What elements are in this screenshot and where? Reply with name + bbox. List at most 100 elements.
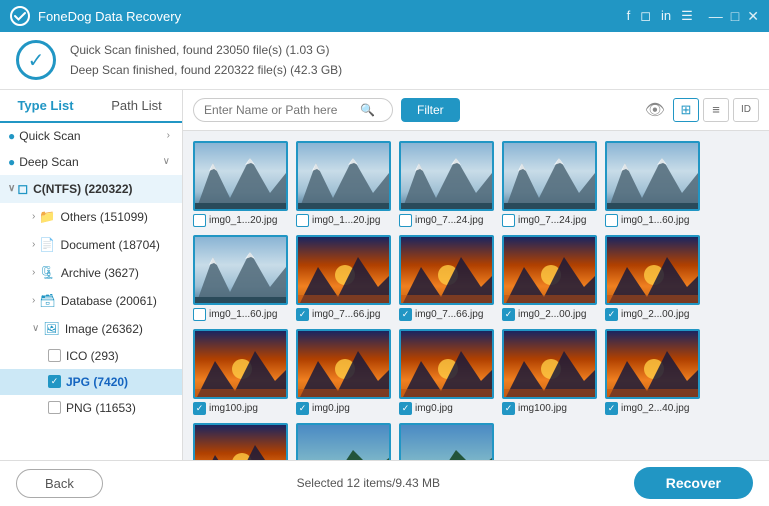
sidebar-item-quick-scan[interactable]: ● Quick Scan › — [0, 123, 182, 149]
image-checkbox[interactable] — [193, 308, 206, 321]
sidebar-item-document[interactable]: › 📄 Document (18704) — [0, 231, 182, 259]
minimize-button[interactable]: — — [709, 8, 723, 24]
image-label-row: ✓img0_2...40.jpg — [605, 402, 700, 415]
image-checkbox[interactable]: ✓ — [605, 402, 618, 415]
list-item: ✓img0_7...66.jpg — [399, 235, 494, 321]
grid-view-icon[interactable]: ⊞ — [673, 98, 699, 122]
image-thumbnail[interactable] — [502, 141, 597, 211]
check-icon2: ● — [8, 155, 15, 169]
expand-arrow: ∨ — [32, 323, 39, 334]
image-filename: img0_1...20.jpg — [209, 215, 277, 226]
sidebar-item-others[interactable]: › 📁 Others (151099) — [0, 203, 182, 231]
sidebar-item-cntfs[interactable]: ∨ ◻ C(NTFS) (220322) — [0, 175, 182, 203]
image-checkbox[interactable]: ✓ — [296, 308, 309, 321]
image-thumbnail[interactable] — [296, 235, 391, 305]
image-thumbnail[interactable] — [605, 235, 700, 305]
image-filename: img100.jpg — [518, 403, 567, 414]
image-thumbnail[interactable] — [502, 235, 597, 305]
image-thumbnail[interactable] — [502, 329, 597, 399]
image-thumbnail[interactable] — [399, 235, 494, 305]
toolbar: 🔍 Filter 👁 ⊞ ≡ ID — [183, 90, 769, 131]
app-title: FoneDog Data Recovery — [38, 9, 627, 24]
sidebar-item-png[interactable]: PNG (11653) — [0, 395, 182, 421]
linkedin-icon[interactable]: in — [661, 8, 671, 24]
image-checkbox[interactable]: ✓ — [502, 308, 515, 321]
maximize-button[interactable]: □ — [731, 8, 739, 24]
ico-label: ICO (293) — [66, 349, 119, 363]
window-controls: — □ ✕ — [709, 8, 759, 25]
image-checkbox[interactable]: ✓ — [296, 402, 309, 415]
png-checkbox[interactable] — [48, 401, 61, 414]
image-checkbox[interactable] — [296, 214, 309, 227]
search-input[interactable] — [204, 103, 354, 117]
image-label-row: img0_7...24.jpg — [399, 214, 494, 227]
image-thumbnail[interactable] — [399, 141, 494, 211]
image-label-row: img0_1...20.jpg — [296, 214, 391, 227]
image-checkbox[interactable] — [193, 214, 206, 227]
image-thumbnail[interactable] — [605, 141, 700, 211]
facebook-icon[interactable]: f — [627, 8, 631, 24]
recover-button[interactable]: Recover — [634, 467, 753, 499]
image-checkbox[interactable]: ✓ — [399, 402, 412, 415]
image-label-row: img0_7...24.jpg — [502, 214, 597, 227]
menu-icon[interactable]: ☰ — [681, 8, 693, 24]
jpg-checkbox[interactable]: ✓ — [48, 375, 61, 388]
image-thumbnail[interactable] — [193, 141, 288, 211]
quick-scan-label: Quick Scan — [19, 129, 166, 143]
image-thumbnail[interactable] — [193, 329, 288, 399]
image-thumbnail[interactable] — [296, 141, 391, 211]
image-thumbnail[interactable] — [193, 423, 288, 460]
sidebar-item-image[interactable]: ∨ 🖼 Image (26362) — [0, 315, 182, 343]
image-checkbox[interactable] — [502, 214, 515, 227]
close-button[interactable]: ✕ — [747, 8, 759, 25]
detail-view-icon[interactable]: ID — [733, 98, 759, 122]
image-checkbox[interactable] — [399, 214, 412, 227]
image-checkbox[interactable]: ✓ — [605, 308, 618, 321]
list-item: ✓img100.jpg — [193, 329, 288, 415]
image-checkbox[interactable]: ✓ — [399, 308, 412, 321]
back-button[interactable]: Back — [16, 469, 103, 498]
sidebar-item-ico[interactable]: ICO (293) — [0, 343, 182, 369]
image-filename: img0_1...60.jpg — [209, 309, 277, 320]
eye-icon[interactable]: 👁 — [645, 100, 665, 120]
list-view-icon[interactable]: ≡ — [703, 98, 729, 122]
image-checkbox[interactable] — [605, 214, 618, 227]
image-thumbnail[interactable] — [399, 329, 494, 399]
content-area: 🔍 Filter 👁 ⊞ ≡ ID img0_1...20.jpg img0_1.… — [183, 90, 769, 460]
document-label: Document (18704) — [61, 238, 160, 252]
image-label-row: img0_1...60.jpg — [193, 308, 288, 321]
scan-complete-icon: ✓ — [16, 40, 56, 80]
filter-button[interactable]: Filter — [401, 98, 460, 122]
selected-info: Selected 12 items/9.43 MB — [297, 476, 440, 490]
ico-checkbox[interactable] — [48, 349, 61, 362]
sidebar-item-archive[interactable]: › 🗜 Archive (3627) — [0, 259, 182, 287]
sidebar-item-jpg[interactable]: ✓ JPG (7420) — [0, 369, 182, 395]
image-label-row: ✓img0_2...00.jpg — [502, 308, 597, 321]
image-label-row: ✓img100.jpg — [502, 402, 597, 415]
search-box[interactable]: 🔍 — [193, 98, 393, 122]
image-checkbox[interactable]: ✓ — [502, 402, 515, 415]
sidebar-item-database[interactable]: › 🗃 Database (20061) — [0, 287, 182, 315]
list-item: ✓img100.jpg — [502, 329, 597, 415]
image-thumbnail[interactable] — [296, 329, 391, 399]
image-thumbnail[interactable] — [399, 423, 494, 460]
list-item: img0_1...20.jpg — [296, 141, 391, 227]
image-label-row: ✓img0.jpg — [296, 402, 391, 415]
list-item: img0_1...20.jpg — [193, 141, 288, 227]
image-label-row: ✓img0_2...00.jpg — [605, 308, 700, 321]
image-thumbnail[interactable] — [193, 235, 288, 305]
image-thumbnail[interactable] — [605, 329, 700, 399]
tab-type-list[interactable]: Type List — [0, 90, 91, 123]
png-label: PNG (11653) — [66, 401, 136, 415]
image-checkbox[interactable]: ✓ — [193, 402, 206, 415]
sidebar-item-deep-scan[interactable]: ● Deep Scan ∨ — [0, 149, 182, 175]
image-thumbnail[interactable] — [296, 423, 391, 460]
chat-icon[interactable]: ◻ — [640, 8, 651, 24]
check-mark: ✓ — [299, 403, 307, 414]
check-mark: ✓ — [505, 309, 513, 320]
check-mark: ✓ — [402, 403, 410, 414]
tab-path-list[interactable]: Path List — [91, 90, 182, 121]
database-icon: 🗃 — [39, 293, 56, 309]
others-label: Others (151099) — [61, 210, 148, 224]
image-label-row: ✓img0_7...66.jpg — [296, 308, 391, 321]
